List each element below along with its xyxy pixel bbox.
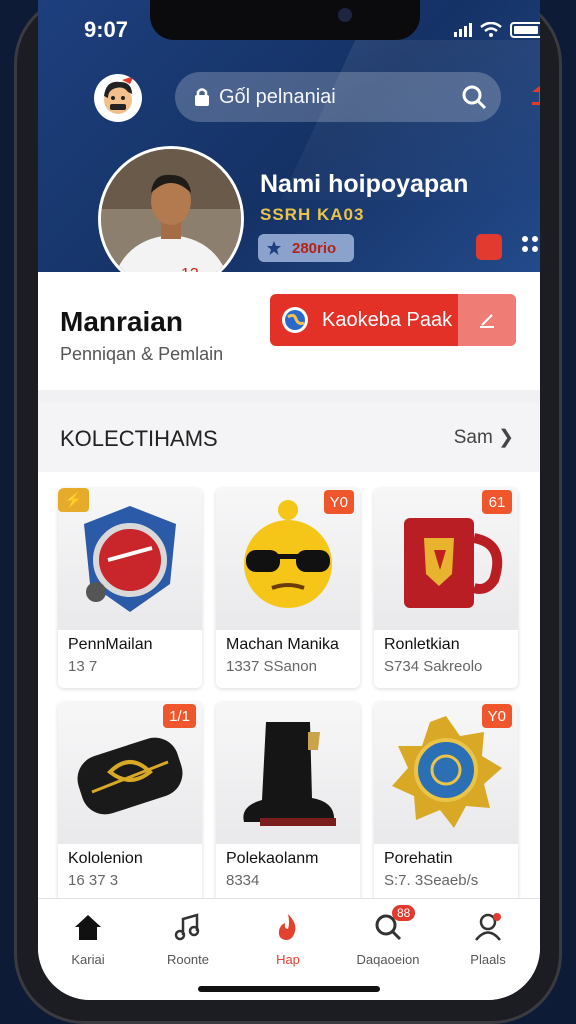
notification-badge: 88 xyxy=(392,905,416,921)
profile-subtitle: SSRH KA03 xyxy=(260,205,365,224)
home-icon xyxy=(75,915,101,940)
collection-card[interactable]: 61 Ronletkian S734 Sakreolo xyxy=(374,488,518,688)
card-title: Kololenion xyxy=(68,850,143,867)
tab-label: Hap xyxy=(276,952,300,967)
card-badge: Y0 xyxy=(323,490,354,514)
card-title: Polekaolanm xyxy=(226,850,319,867)
card-badge: ⚡ xyxy=(58,488,89,512)
tab-hot[interactable]: Hap xyxy=(248,913,328,967)
camera xyxy=(338,8,352,22)
battery-icon xyxy=(510,22,540,38)
tab-label: Roonte xyxy=(167,952,209,967)
tab-label: Daqaoeion xyxy=(356,952,420,967)
card-badge: 61 xyxy=(482,490,512,514)
card-title: PennMailan xyxy=(68,636,153,653)
collection-card[interactable]: 1/1 Kololenion 16 37 3 xyxy=(58,702,202,902)
card-meta: 8334 xyxy=(226,872,260,889)
card-meta: 1337 SSanon xyxy=(226,658,317,675)
tab-profile[interactable]: Plaals xyxy=(448,913,528,967)
points-value: 280rio xyxy=(292,239,337,257)
collection-card[interactable]: Y0 Porehatin S:7. 3Seaeb/s xyxy=(374,702,518,902)
tab-music[interactable]: Roonte xyxy=(148,913,228,967)
star-icon xyxy=(267,241,281,255)
boot-icon xyxy=(216,702,360,844)
more-icon[interactable] xyxy=(522,236,540,252)
signal-icon xyxy=(454,23,472,37)
music-icon xyxy=(174,913,200,941)
chevron-right-icon: ❯ xyxy=(498,427,514,448)
card-meta: 16 37 3 xyxy=(68,872,119,889)
lock-icon xyxy=(195,88,209,106)
tab-label: Plaals xyxy=(470,952,506,967)
notch xyxy=(150,0,420,40)
see-all-link[interactable]: Sam ❯ xyxy=(454,426,514,449)
app-screen: 9:07 Gốl pelnaniai 13 Nami xyxy=(38,0,540,1000)
card-title: Porehatin xyxy=(384,850,453,867)
player-avatar-icon: 13 xyxy=(101,149,241,289)
collection-card[interactable]: Y0 Machan Manika 1337 SSanon xyxy=(216,488,360,688)
search-bar[interactable]: Gốl pelnaniai xyxy=(175,72,501,122)
edit-icon[interactable] xyxy=(458,294,516,346)
see-all-label: Sam xyxy=(453,427,493,448)
title-card: Manraian Penniqan & Pemlain Kaokeba Paak xyxy=(38,272,540,390)
collection-card[interactable]: Polekaolanm 8334 xyxy=(216,702,360,902)
card-meta: S734 Sakreolo xyxy=(384,658,483,675)
tab-label: Kariai xyxy=(71,952,105,967)
action-label: Kaokeba Paak xyxy=(322,308,453,331)
app-logo[interactable] xyxy=(94,74,142,122)
globe-icon xyxy=(282,307,308,333)
page-subtitle: Penniqan & Pemlain xyxy=(60,344,224,364)
search-icon[interactable] xyxy=(461,84,487,110)
mascot-icon xyxy=(104,76,134,114)
card-badge: 1/1 xyxy=(163,704,196,728)
card-title: Ronletkian xyxy=(384,636,460,653)
status-icons xyxy=(454,22,540,38)
wifi-icon xyxy=(480,22,502,37)
flag-icon xyxy=(532,85,540,105)
flag-button[interactable] xyxy=(528,82,540,113)
primary-action-button[interactable]: Kaokeba Paak xyxy=(270,294,516,346)
card-meta: S:7. 3Seaeb/s xyxy=(384,872,479,889)
user-icon xyxy=(475,913,501,941)
flame-icon xyxy=(278,914,296,940)
points-pill[interactable]: 280rio xyxy=(258,234,354,262)
card-badge: Y0 xyxy=(481,704,512,728)
bottom-tab-bar: Kariai Roonte Hap 88 Daqaoeion Plaals xyxy=(38,898,540,1000)
collections-header: KOLECTIHAMS Sam ❯ xyxy=(38,402,540,472)
gift-icon[interactable] xyxy=(476,234,502,260)
collections-grid: ⚡ PennMailan 13 7 Y0 Machan Manika 1337 … xyxy=(38,472,540,902)
profile-name: Nami hoipoyapan xyxy=(260,170,469,198)
tab-home[interactable]: Kariai xyxy=(48,913,128,967)
page-title: Manraian xyxy=(60,306,183,337)
collection-card[interactable]: ⚡ PennMailan 13 7 xyxy=(58,488,202,688)
status-time: 9:07 xyxy=(84,17,129,42)
tab-search[interactable]: 88 Daqaoeion xyxy=(348,905,428,967)
search-input[interactable]: Gốl pelnaniai xyxy=(219,86,461,109)
card-meta: 13 7 xyxy=(68,658,98,675)
card-title: Machan Manika xyxy=(226,636,339,653)
home-indicator[interactable] xyxy=(198,986,380,992)
collections-title: KOLECTIHAMS xyxy=(60,426,218,451)
profile-photo[interactable]: 13 xyxy=(98,146,244,292)
